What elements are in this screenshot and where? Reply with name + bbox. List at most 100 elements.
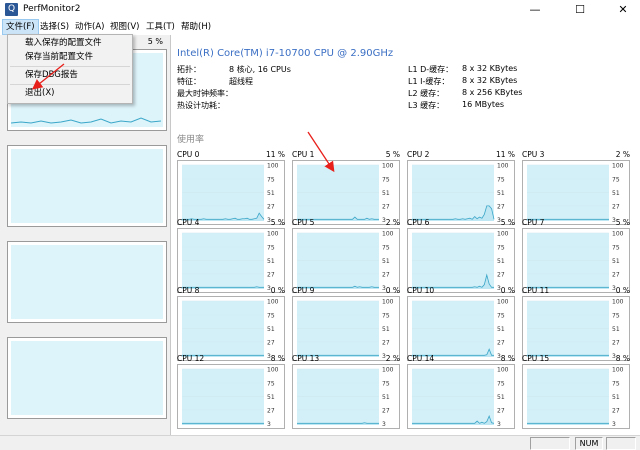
thumbnail-4[interactable] bbox=[7, 337, 167, 419]
cpu-cell: CPU 10 0 % 100 75 51 27 3 bbox=[407, 286, 515, 361]
spec-value: 8 x 32 KBytes bbox=[462, 76, 518, 85]
spec-value: 16 MBytes bbox=[462, 100, 505, 109]
spec-label: 特征： bbox=[177, 77, 201, 86]
cpu-usage-graph: 100 75 51 27 3 bbox=[407, 160, 515, 225]
cpu-usage-graph: 100 75 51 27 3 bbox=[522, 160, 630, 225]
menu-item-load-profile[interactable]: 载入保存的配置文件 bbox=[25, 37, 102, 50]
menu-tools[interactable]: 工具(T) bbox=[143, 20, 178, 34]
graph-tick-label: 27 bbox=[267, 407, 275, 414]
graph-tick-label: 3 bbox=[612, 421, 616, 428]
graph-tick-label: 3 bbox=[497, 421, 501, 428]
menu-select[interactable]: 选择(S) bbox=[37, 20, 72, 34]
cpu-cell: CPU 13 2 % 100 75 51 27 3 bbox=[292, 354, 400, 429]
cpu-usage-percent: 0 % bbox=[385, 286, 400, 295]
cpu-usage-graph: 100 75 51 27 3 bbox=[407, 364, 515, 429]
cpu-cell: CPU 75 % 100 75 51 27 3 bbox=[522, 218, 630, 293]
spec-label: L1 D-缓存： bbox=[408, 65, 454, 74]
spec-value: 超线程 bbox=[229, 77, 253, 86]
cpu-usage-percent: 5 % bbox=[500, 218, 515, 227]
cpu-cell: CPU 15 8 % 100 75 51 27 3 bbox=[522, 354, 630, 429]
graph-tick-label: 27 bbox=[267, 339, 275, 346]
menu-item-save-profile[interactable]: 保存当前配置文件 bbox=[25, 51, 93, 64]
graph-tick-label: 75 bbox=[612, 177, 620, 184]
graph-tick-label: 51 bbox=[382, 394, 390, 401]
graph-tick-label: 51 bbox=[382, 326, 390, 333]
app-icon: Q bbox=[5, 3, 18, 16]
menu-bar: 文件(F) 选择(S) 动作(A) 视图(V) 工具(T) 帮助(H) bbox=[0, 19, 640, 35]
spec-label: L3 缓存： bbox=[408, 101, 445, 110]
thumbnail-usage: 5 % bbox=[147, 37, 163, 46]
cpu-name: CPU 10 bbox=[407, 286, 435, 295]
cpu-cell: CPU 65 % 100 75 51 27 3 bbox=[407, 218, 515, 293]
cpu-name: CPU 0 bbox=[177, 150, 200, 159]
cpu-cell: CPU 52 % 100 75 51 27 3 bbox=[292, 218, 400, 293]
spec-label: 拓扑： bbox=[177, 65, 201, 74]
graph-tick-label: 75 bbox=[612, 245, 620, 252]
graph-tick-label: 27 bbox=[497, 339, 505, 346]
cpu-cell: CPU 15 % 100 75 51 27 3 bbox=[292, 150, 400, 225]
cpu-usage-graph: 100 75 51 27 3 bbox=[522, 364, 630, 429]
cpu-usage-percent: 8 % bbox=[270, 354, 285, 363]
usage-section-label: 使用率 bbox=[177, 135, 205, 145]
graph-tick-label: 51 bbox=[497, 394, 505, 401]
graph-tick-label: 27 bbox=[612, 203, 620, 210]
cpu-usage-graph: 100 75 51 27 3 bbox=[177, 228, 285, 293]
graph-plot-area bbox=[297, 301, 379, 357]
graph-tick-label: 100 bbox=[497, 367, 509, 374]
cpu-name: CPU 5 bbox=[292, 218, 315, 227]
cpu-name: CPU 8 bbox=[177, 286, 200, 295]
cpu-usage-percent: 8 % bbox=[500, 354, 515, 363]
graph-tick-label: 51 bbox=[612, 258, 620, 265]
status-panel-empty bbox=[530, 437, 570, 450]
cpu-usage-percent: 2 % bbox=[385, 354, 400, 363]
graph-tick-label: 100 bbox=[612, 231, 624, 238]
cpu-usage-percent: 5 % bbox=[385, 150, 400, 159]
menu-item-exit[interactable]: 退出(X) bbox=[25, 87, 54, 100]
graph-plot-area bbox=[182, 165, 264, 221]
menu-action[interactable]: 动作(A) bbox=[72, 20, 107, 34]
graph-tick-label: 27 bbox=[612, 339, 620, 346]
menu-help[interactable]: 帮助(H) bbox=[178, 20, 214, 34]
graph-tick-label: 100 bbox=[382, 299, 394, 306]
menu-file[interactable]: 文件(F) bbox=[2, 19, 39, 35]
cpu-usage-percent: 0 % bbox=[270, 286, 285, 295]
cpu-usage-graph: 100 75 51 27 3 bbox=[522, 228, 630, 293]
title-bar: Q PerfMonitor2 — ☐ ✕ bbox=[0, 0, 640, 20]
maximize-button[interactable]: ☐ bbox=[565, 0, 595, 20]
spec-value: 8 核心, 16 CPUs bbox=[229, 65, 291, 74]
graph-tick-label: 75 bbox=[497, 177, 505, 184]
status-panel-empty bbox=[606, 437, 636, 450]
graph-tick-label: 100 bbox=[382, 163, 394, 170]
thumbnail-3[interactable] bbox=[7, 241, 167, 323]
graph-plot-area bbox=[182, 301, 264, 357]
graph-tick-label: 75 bbox=[267, 245, 275, 252]
graph-tick-label: 51 bbox=[612, 190, 620, 197]
graph-tick-label: 100 bbox=[267, 231, 279, 238]
cpu-name: CPU 12 bbox=[177, 354, 205, 363]
graph-tick-label: 27 bbox=[497, 271, 505, 278]
menu-view[interactable]: 视图(V) bbox=[107, 20, 142, 34]
cpu-usage-percent: 0 % bbox=[500, 286, 515, 295]
graph-plot-area bbox=[297, 165, 379, 221]
graph-tick-label: 75 bbox=[497, 313, 505, 320]
cpu-cell: CPU 2 11 % 100 75 51 27 3 bbox=[407, 150, 515, 225]
graph-tick-label: 75 bbox=[382, 313, 390, 320]
thumbnail-2[interactable] bbox=[7, 145, 167, 227]
graph-plot-area bbox=[182, 369, 264, 425]
graph-tick-label: 75 bbox=[497, 245, 505, 252]
graph-plot-area bbox=[297, 369, 379, 425]
cpu-usage-graph: 100 75 51 27 3 bbox=[407, 296, 515, 361]
graph-tick-label: 51 bbox=[267, 190, 275, 197]
minimize-button[interactable]: — bbox=[520, 0, 550, 20]
graph-tick-label: 51 bbox=[382, 258, 390, 265]
cpu-name: CPU 15 bbox=[522, 354, 550, 363]
graph-tick-label: 27 bbox=[267, 271, 275, 278]
graph-tick-label: 75 bbox=[382, 245, 390, 252]
cpu-name: CPU 4 bbox=[177, 218, 200, 227]
close-button[interactable]: ✕ bbox=[608, 0, 638, 20]
menu-item-save-dbg-report[interactable]: 保存DBG报告 bbox=[25, 69, 78, 82]
cpu-usage-graph: 100 75 51 27 3 bbox=[177, 364, 285, 429]
graph-tick-label: 100 bbox=[382, 367, 394, 374]
cpu-usage-percent: 5 % bbox=[615, 218, 630, 227]
menu-separator bbox=[10, 66, 130, 67]
